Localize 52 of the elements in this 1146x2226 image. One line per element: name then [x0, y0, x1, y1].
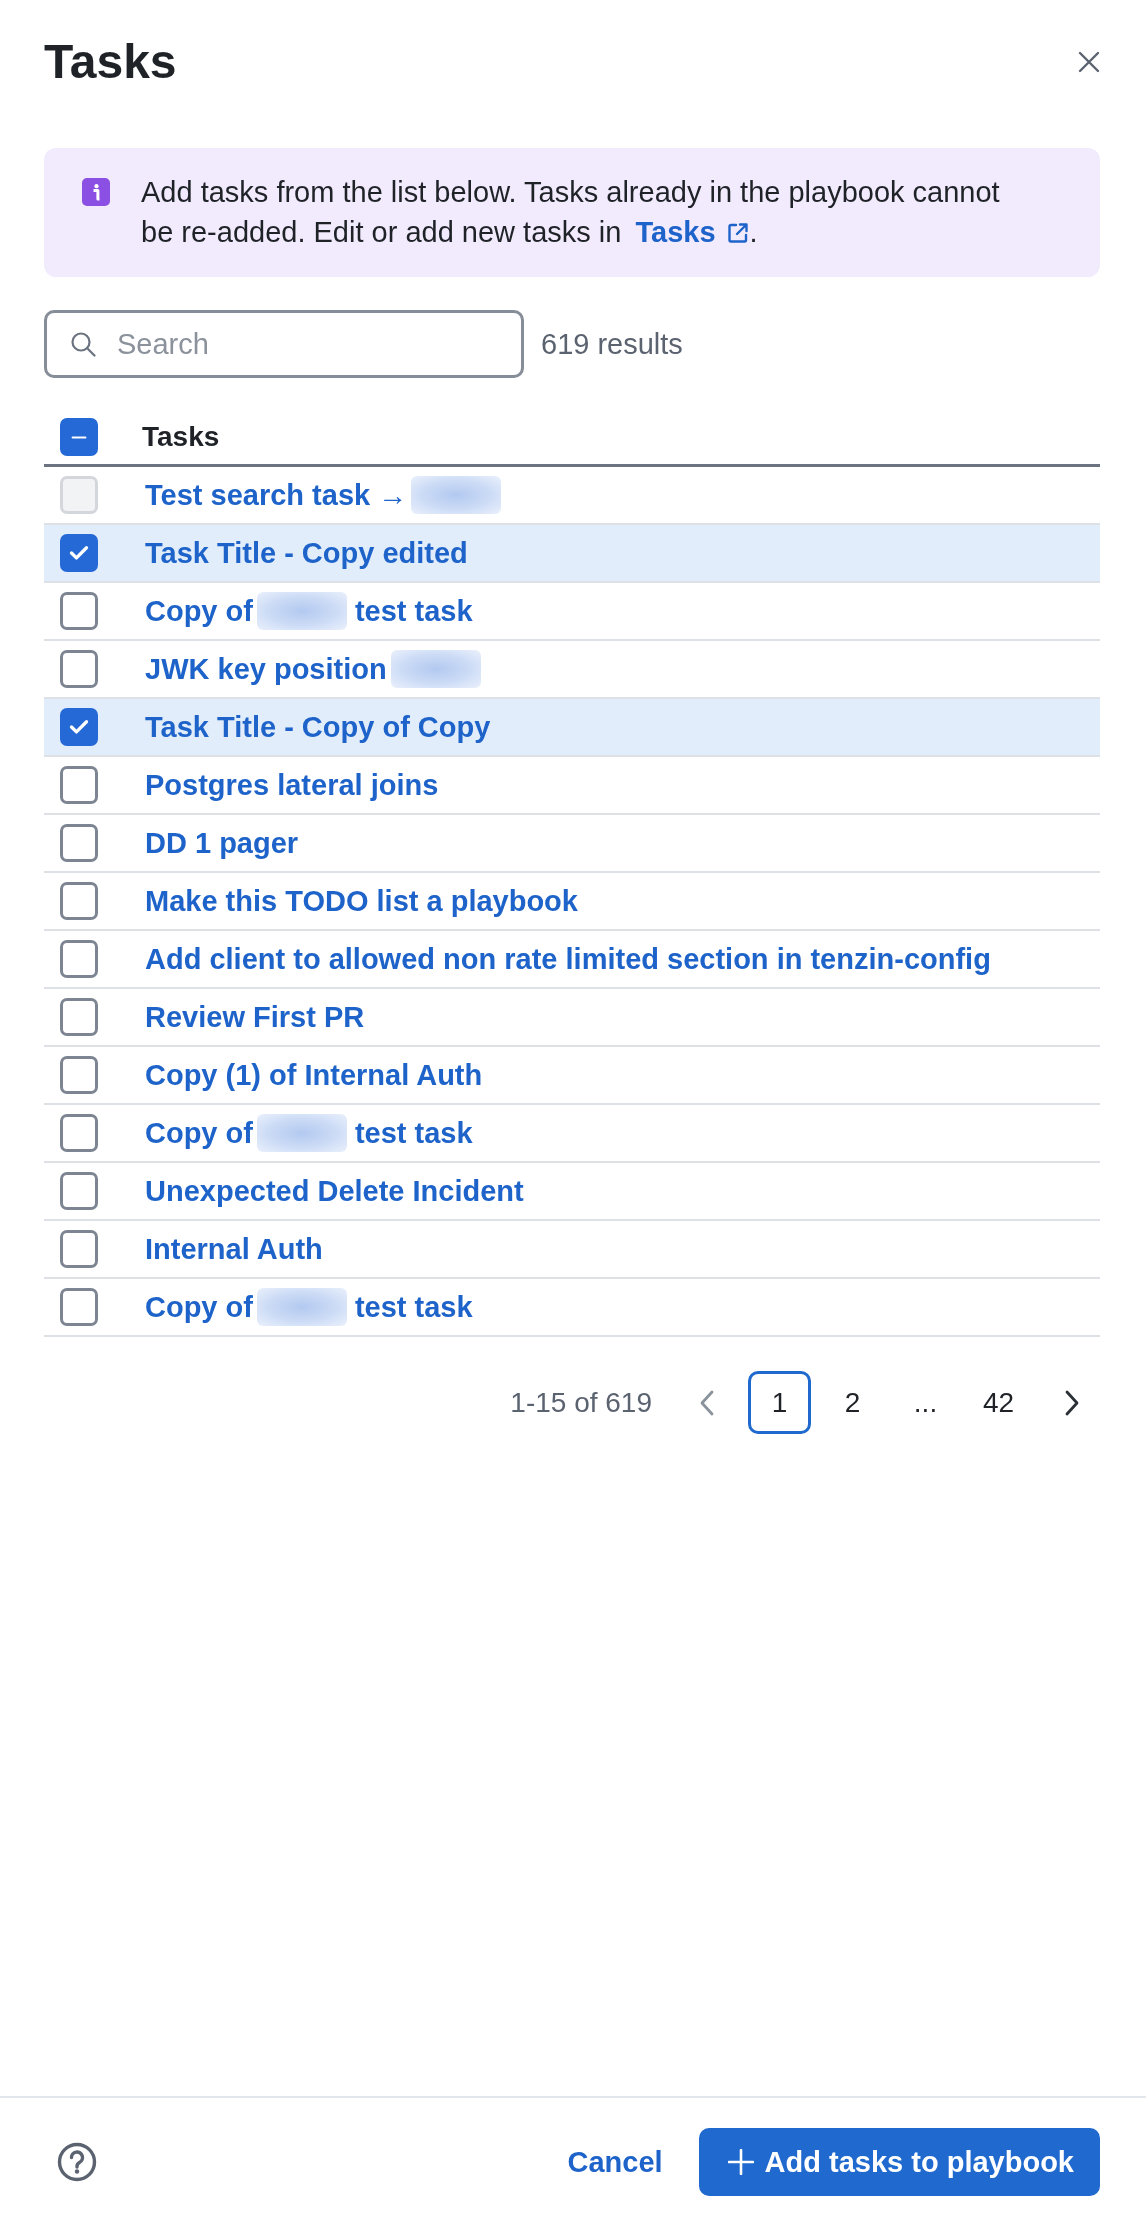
minus-icon — [71, 434, 87, 440]
task-link[interactable]: Internal Auth — [145, 1230, 323, 1268]
task-link[interactable]: Copy of test task — [145, 1288, 473, 1326]
check-icon — [70, 720, 88, 734]
checkbox[interactable] — [60, 1114, 98, 1152]
info-message: Add tasks from the list below. Tasks already in the playbook cannot be re-added. Edit or add new tasks in Tasks . — [141, 175, 1001, 250]
checkbox[interactable] — [60, 998, 98, 1036]
result-count: 619 results — [541, 327, 683, 361]
cancel-button[interactable]: Cancel — [567, 2145, 663, 2179]
checkbox[interactable] — [60, 1230, 98, 1268]
check-icon — [70, 546, 88, 560]
info-icon — [82, 178, 110, 206]
checkbox[interactable] — [60, 824, 98, 862]
task-link[interactable]: Copy of test task — [145, 1114, 473, 1152]
task-link[interactable]: Copy (1) of Internal Auth — [145, 1056, 483, 1094]
task-link[interactable]: Unexpected Delete Incident — [145, 1172, 524, 1210]
task-link[interactable]: Make this TODO list a playbook — [145, 882, 578, 920]
search-icon — [70, 331, 96, 357]
task-link[interactable]: Task Title - Copy edited — [145, 534, 468, 572]
checkbox[interactable] — [60, 1056, 98, 1094]
page-button[interactable]: 1 — [748, 1371, 811, 1434]
text-link[interactable]: Tasks — [635, 216, 750, 248]
task-link[interactable]: Task Title - Copy of Copy — [145, 708, 491, 746]
checkbox[interactable] — [60, 708, 98, 746]
external-link-icon — [725, 221, 750, 245]
task-link[interactable]: Copy of test task — [145, 592, 473, 630]
checkbox[interactable] — [60, 766, 98, 804]
help-icon[interactable] — [57, 2142, 97, 2182]
checkbox[interactable] — [60, 534, 98, 572]
plus-icon — [727, 2149, 754, 2175]
search-field[interactable]: Search — [44, 310, 524, 378]
page-range: 1-15 of 619 — [510, 1386, 652, 1419]
checkbox[interactable] — [60, 940, 98, 978]
page-ellipsis: ... — [912, 1385, 939, 1420]
checkbox[interactable] — [60, 592, 98, 630]
checkbox[interactable] — [60, 1172, 98, 1210]
task-link[interactable]: JWK key position — [145, 650, 489, 688]
add-tasks-button[interactable]: Add tasks to playbook — [698, 2128, 1100, 2196]
close-icon[interactable] — [1078, 51, 1100, 73]
chevron-right-icon[interactable] — [1064, 1389, 1079, 1416]
task-link[interactable]: Add client to allowed non rate limited section in tenzin-config — [145, 940, 991, 978]
checkbox[interactable] — [60, 1288, 98, 1326]
page-button[interactable]: 42 — [967, 1371, 1030, 1434]
task-link[interactable]: Postgres lateral joins — [145, 766, 439, 804]
dialog-title: Tasks — [44, 34, 177, 90]
checkbox[interactable] — [60, 650, 98, 688]
task-link[interactable]: Review First PR — [145, 998, 365, 1036]
page-button[interactable]: 2 — [821, 1371, 884, 1434]
column-header: Tasks — [142, 421, 220, 453]
select-all-checkbox[interactable] — [60, 418, 98, 456]
task-link[interactable]: DD 1 pager — [145, 824, 299, 862]
checkbox[interactable] — [60, 882, 98, 920]
